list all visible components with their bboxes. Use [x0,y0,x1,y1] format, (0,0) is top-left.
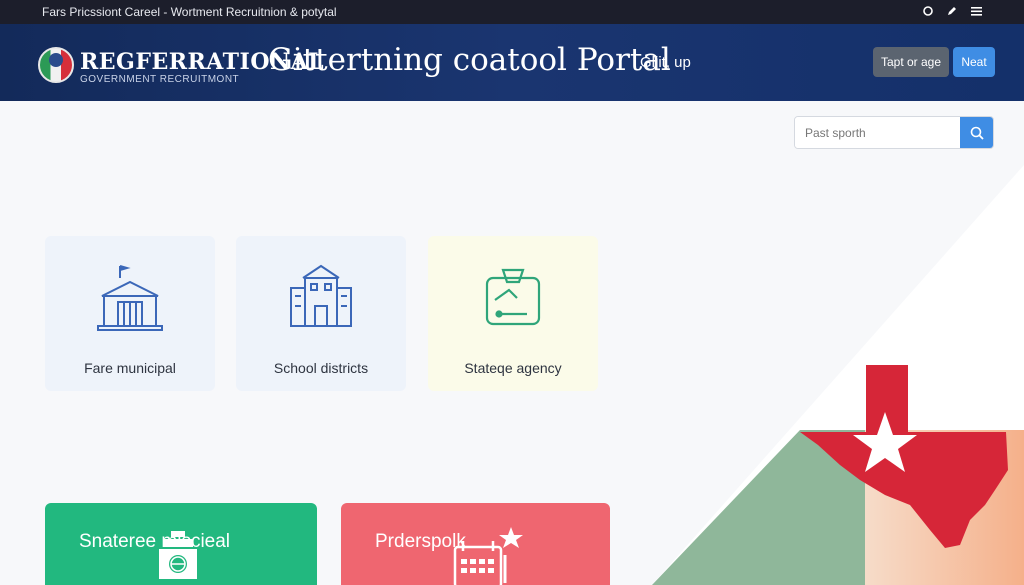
pen-icon[interactable] [946,5,958,19]
featured-card-local[interactable]: Prderspolk [341,503,610,585]
seal-logo-icon[interactable] [38,47,74,83]
category-card-school[interactable]: School districts [236,236,406,391]
next-button[interactable]: Neat [953,47,995,77]
category-card-agency[interactable]: Stateqe agency [428,236,598,391]
search-button[interactable] [960,117,993,148]
window-tools [922,5,982,19]
category-label: School districts [273,360,369,376]
window-titlebar: Fars Pricssiont Careel - Wortment Recrui… [0,0,1024,24]
primary-action-button[interactable]: Tapt or age [873,47,949,77]
agency-badge-icon [485,268,541,326]
search-bar [794,116,994,149]
city-hall-icon [97,265,163,331]
search-icon [970,126,984,140]
capitol-globe-icon [159,531,197,579]
category-label: Stateqe agency [464,360,562,376]
calendar-star-icon [453,527,523,585]
info-icon[interactable] [922,5,934,19]
portal-header: REGFERRATIONAL Gittertning coatool Porta… [0,24,1024,101]
school-building-icon [290,264,352,327]
featured-card-state[interactable]: Snateree miscieal [45,503,317,585]
search-input[interactable] [795,117,960,148]
brand-subtitle: GOVERNMENT RECRUITMONT [80,74,240,85]
category-label: Fare municipal [84,360,176,376]
category-card-municipal[interactable]: Fare municipal [45,236,215,391]
header-link[interactable]: Gliit, up [640,54,691,71]
portal-title: Gittertning coatool Portal [268,42,671,78]
menu-icon[interactable] [970,5,982,19]
window-title: Fars Pricssiont Careel - Wortment Recrui… [42,5,337,19]
